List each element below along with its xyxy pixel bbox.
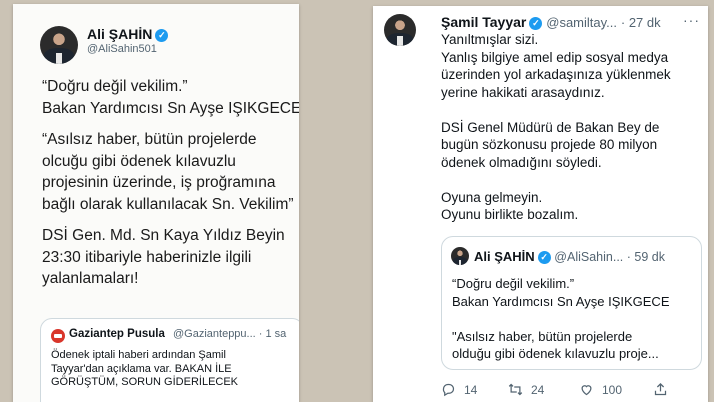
left-quoted-tweet[interactable]: Gaziantep Pusula @Gazianteppu... · 1 sa … [40,318,299,402]
right-tweet-time[interactable]: · 27 dk [621,15,661,30]
right-tweet-body: Yanıltmışlar sizi. Yanlış bilgiye amel e… [441,31,703,241]
quoted-tweet-paragraph: “Doğru değil vekilim.” Bakan Yardımcısı … [452,276,670,309]
right-tweet-header: Şamil Tayyar ✓ @samiltay... · 27 dk [441,14,661,30]
quoted-tweet-text: Ödenek iptali haberi ardından Şamil Tayy… [51,349,239,388]
more-icon[interactable]: ··· [683,12,700,28]
retweet-count: 24 [531,382,545,397]
verified-badge-icon: ✓ [529,16,543,30]
right-author-name[interactable]: Şamil Tayyar [441,14,526,30]
right-tweet-paragraph: Oyuna gelmeyin. Oyunu birlikte bozalım. [441,189,579,223]
left-tweet-paragraph: “Doğru değil vekilim.” Bakan Yardımcısı … [42,78,299,117]
share-button[interactable] [653,382,668,397]
left-author-handle[interactable]: @AliSahin501 [87,43,157,55]
left-tweet-body: “Doğru değil vekilim.” Bakan Yardımcısı … [42,76,299,300]
share-icon [654,382,667,396]
retweet-icon [508,383,523,396]
left-tweet-paragraph: DSİ Gen. Md. Sn Kaya Yıldız Beyin 23:30 … [42,227,285,287]
quoted-tweet-paragraph: "Asılsız haber, bütün projelerde olduğu … [452,328,659,362]
quoted-author-handle: @AliSahin... · 59 dk [554,250,665,264]
reply-button[interactable]: 14 [441,382,477,397]
quoted-author-avatar [451,247,469,265]
quoted-author-handle: @Gazianteppu... · 1 sa [173,328,287,340]
left-author-avatar[interactable] [40,26,78,64]
news-logo-icon [51,329,65,343]
like-button[interactable]: 100 [579,382,622,397]
quoted-author-name: Ali ŞAHİN [474,249,535,264]
quoted-tweet-body: “Doğru değil vekilim.” Bakan Yardımcısı … [452,275,696,369]
tweet-actions-bar: 14 24 100 [441,382,703,400]
right-author-handle[interactable]: @samiltay... [546,15,617,30]
right-tweet-paragraph: DSİ Genel Müdürü de Bakan Bey de bugün s… [441,119,660,170]
like-count: 100 [602,382,623,397]
quoted-tweet-header: Ali ŞAHİN ✓ @AliSahin... · 59 dk [474,249,665,265]
verified-badge-icon: ✓ [155,28,169,42]
reply-count: 14 [464,382,478,397]
like-icon [581,385,592,396]
left-author-name[interactable]: Ali ŞAHİN [87,26,152,42]
right-author-avatar[interactable] [384,14,416,46]
verified-badge-icon: ✓ [537,251,551,265]
right-quoted-tweet[interactable]: Ali ŞAHİN ✓ @AliSahin... · 59 dk “Doğru d… [441,236,702,370]
right-tweet-paragraph: Yanıltmışlar sizi. Yanlış bilgiye amel e… [441,32,671,100]
reply-icon [442,383,455,397]
retweet-button[interactable]: 24 [508,382,544,397]
left-tweet-card: Ali ŞAHİN ✓ @AliSahin501 “Doğru değil vek… [13,4,299,402]
quoted-author-name: Gaziantep Pusula [69,328,165,340]
left-author-name-row[interactable]: Ali ŞAHİN ✓ [87,26,169,42]
right-tweet-card: Şamil Tayyar ✓ @samiltay... · 27 dk ··· Y… [373,6,708,402]
left-tweet-paragraph: “Asılsız haber, bütün projelerde olcuğu … [42,131,294,213]
